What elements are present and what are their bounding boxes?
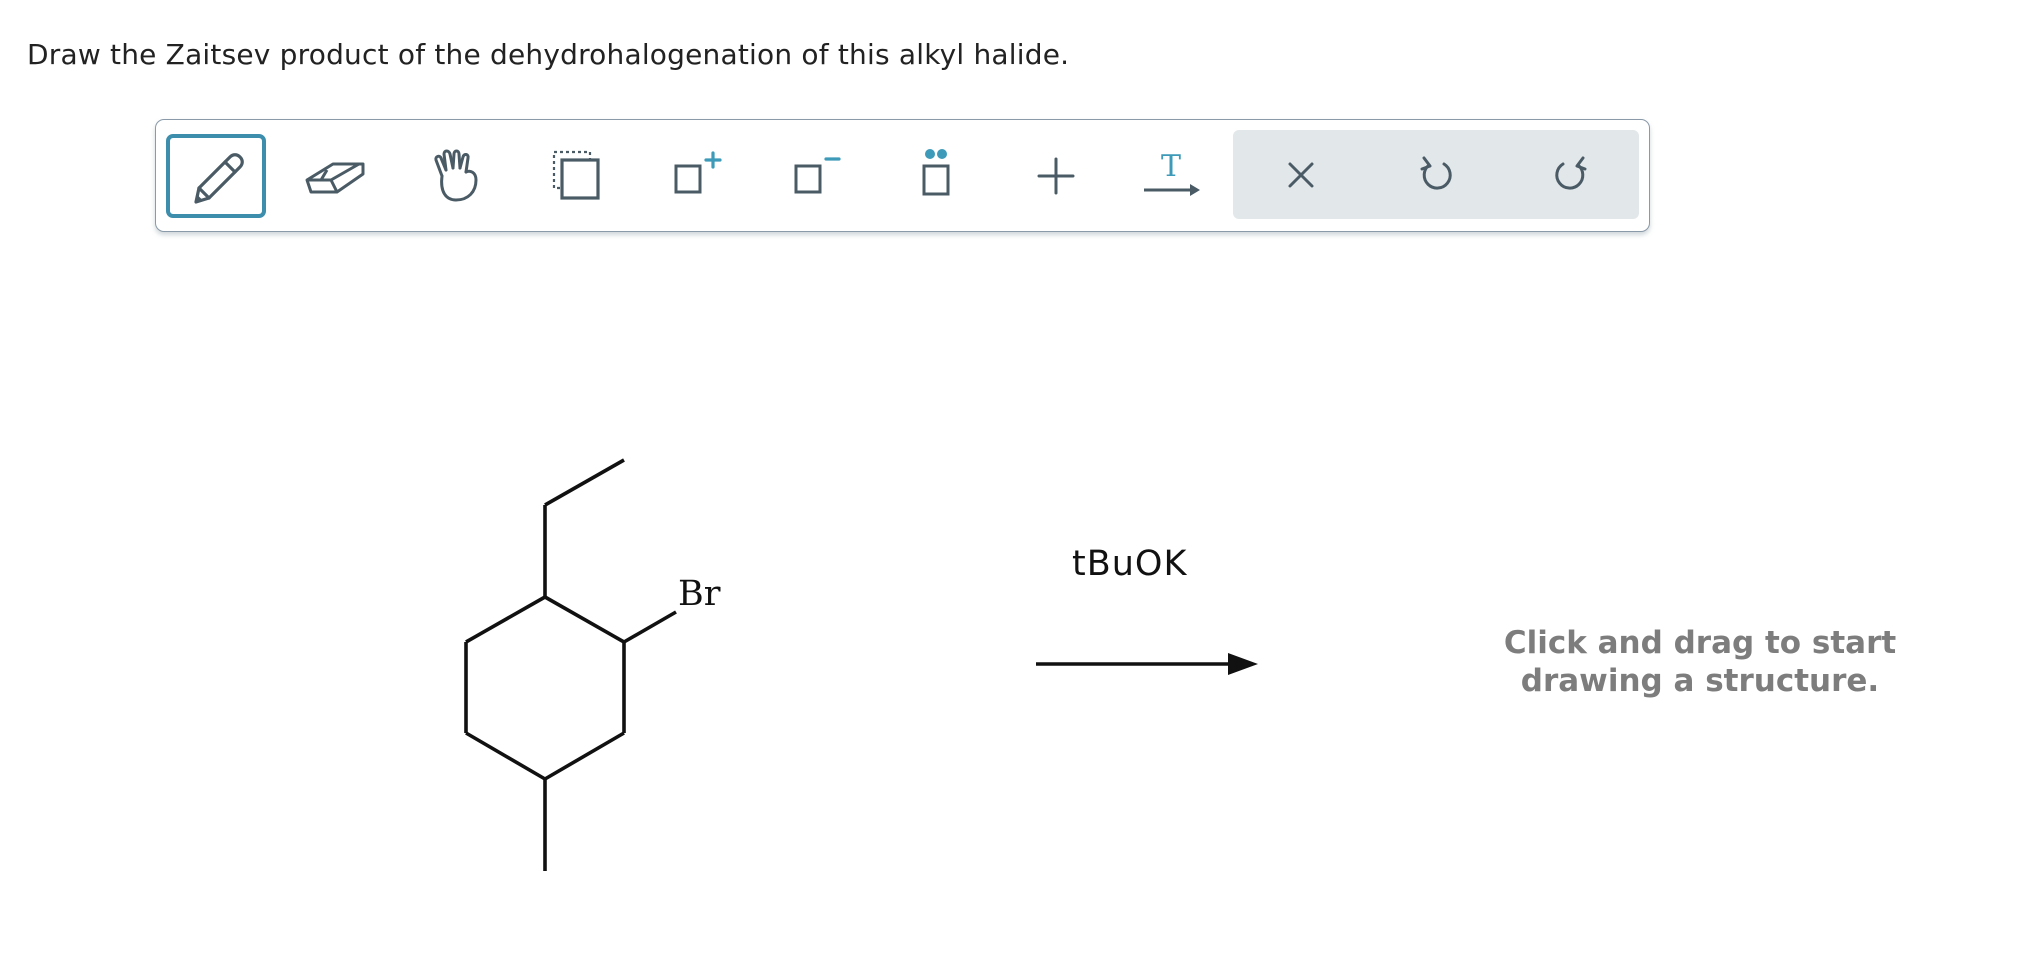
reagent-label: tBuOK bbox=[1072, 544, 1188, 584]
plus-icon bbox=[1037, 157, 1075, 195]
select-tool-button[interactable] bbox=[526, 134, 626, 218]
text-arrow-icon: T bbox=[1144, 149, 1200, 196]
ring-bond bbox=[465, 595, 546, 644]
ring-bond bbox=[544, 731, 625, 781]
pencil-tool-button[interactable] bbox=[166, 134, 266, 218]
charge-plus-icon bbox=[674, 151, 722, 194]
undo-button[interactable] bbox=[1376, 130, 1496, 219]
hint-line-2: drawing a structure. bbox=[1520, 663, 1880, 699]
bromine-label: Br bbox=[678, 574, 721, 614]
hint-line-1: Click and drag to start bbox=[1503, 625, 1897, 661]
reactant-structure bbox=[464, 458, 677, 871]
lone-pair-icon bbox=[922, 149, 950, 196]
eraser-icon bbox=[305, 162, 365, 194]
reaction-arrow-text-button[interactable]: T bbox=[1121, 134, 1221, 218]
drawing-area-hint[interactable]: Click and drag to start drawing a struct… bbox=[1440, 624, 1960, 700]
add-plus-button[interactable] bbox=[1006, 134, 1106, 218]
pencil-icon bbox=[194, 153, 244, 204]
redo-button[interactable] bbox=[1511, 130, 1631, 219]
clear-button[interactable] bbox=[1241, 130, 1361, 219]
negative-charge-button[interactable] bbox=[766, 134, 866, 218]
ethyl-bond bbox=[544, 458, 625, 507]
eraser-tool-button[interactable] bbox=[286, 134, 386, 218]
action-button-group bbox=[1233, 130, 1639, 219]
bromine-bond bbox=[623, 610, 677, 644]
close-icon bbox=[1288, 162, 1314, 187]
hand-tool-button[interactable] bbox=[406, 134, 506, 218]
charge-minus-icon bbox=[794, 157, 841, 194]
redo-icon bbox=[1555, 156, 1587, 190]
ring-bond bbox=[465, 731, 546, 781]
undo-icon bbox=[1420, 156, 1452, 190]
question-text: Draw the Zaitsev product of the dehydroh… bbox=[27, 38, 1070, 71]
positive-charge-button[interactable] bbox=[646, 134, 746, 218]
svg-text:T: T bbox=[1161, 149, 1181, 184]
hand-icon bbox=[434, 149, 478, 202]
ring-bond bbox=[544, 595, 625, 644]
lone-pair-button[interactable] bbox=[886, 134, 986, 218]
drawing-toolbar: T bbox=[155, 119, 1650, 232]
reaction-arrow bbox=[1036, 653, 1258, 675]
select-icon bbox=[552, 150, 600, 200]
